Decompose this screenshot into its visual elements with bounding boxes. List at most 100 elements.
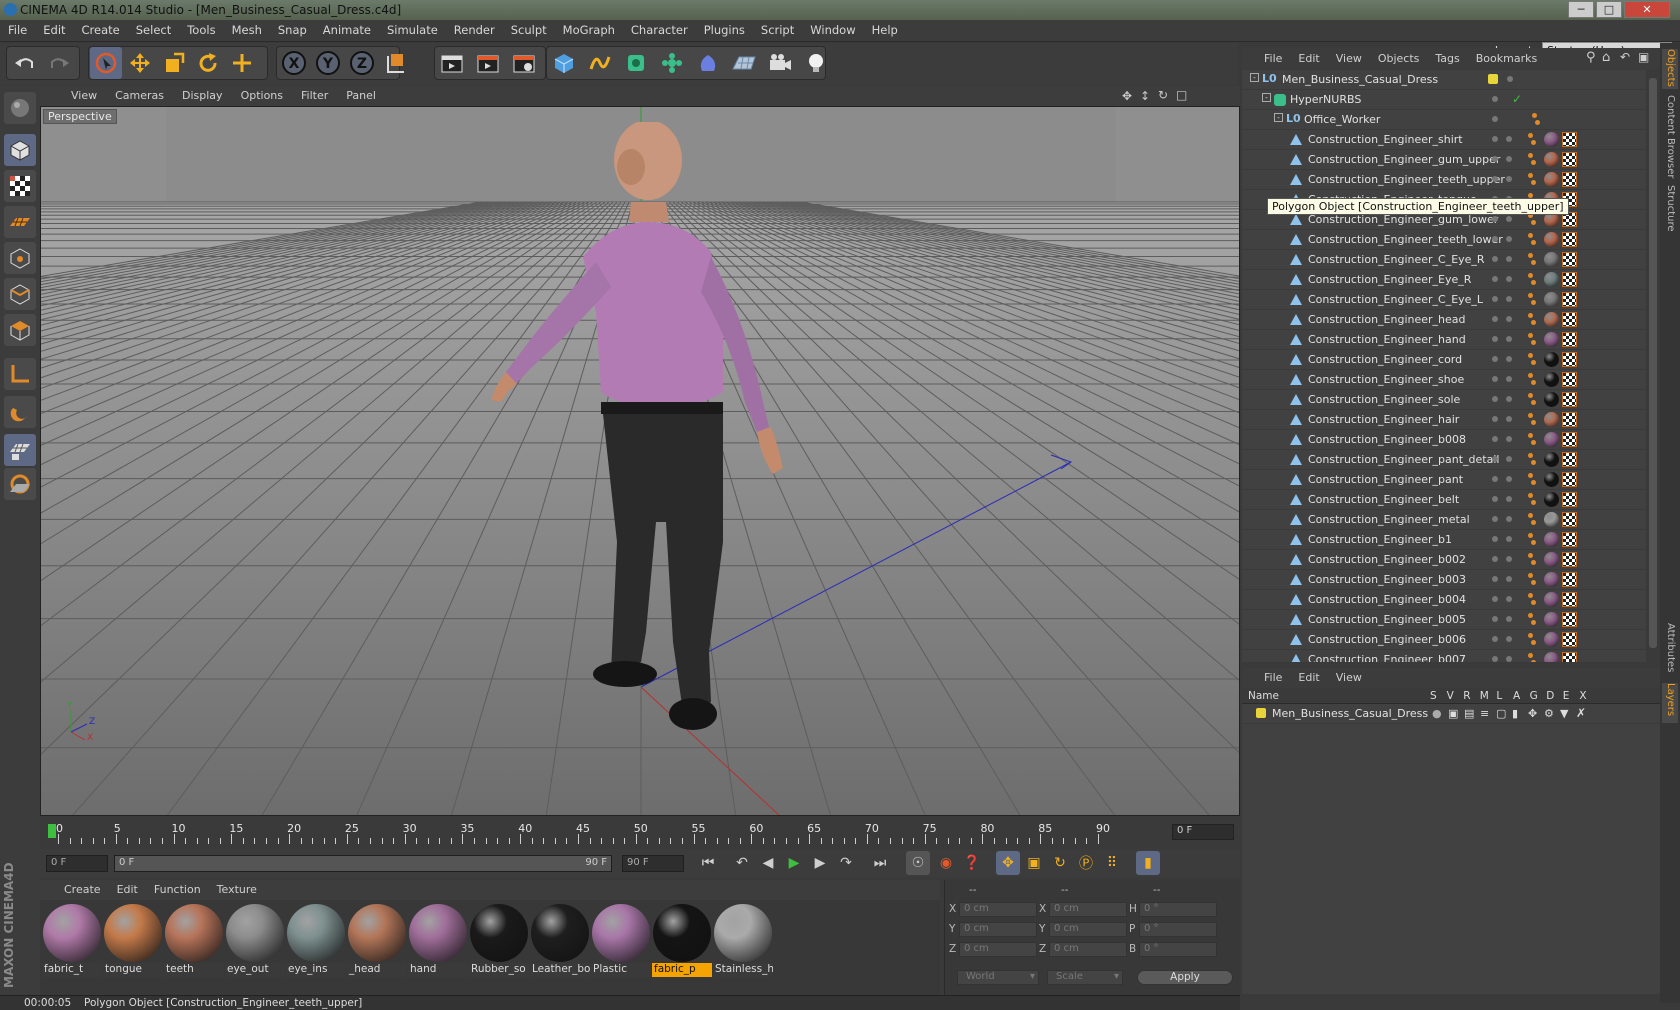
parameter-key-icon[interactable]: Ⓟ xyxy=(1074,851,1098,875)
tree-row-object[interactable]: Construction_Engineer_metal xyxy=(1242,510,1646,530)
material-tag-icon[interactable] xyxy=(1544,432,1559,447)
render-dot-icon[interactable] xyxy=(1506,656,1512,662)
current-frame-field[interactable]: 0 F xyxy=(1172,824,1234,840)
texture-tag-icon[interactable] xyxy=(1562,232,1577,247)
render-dot-icon[interactable] xyxy=(1506,556,1512,562)
material-swatch[interactable]: eye_out xyxy=(225,903,285,978)
render-dot-icon[interactable] xyxy=(1506,516,1512,522)
tree-row-object[interactable]: Construction_Engineer_cord xyxy=(1242,350,1646,370)
texture-tag-icon[interactable] xyxy=(1562,352,1577,367)
previous-frame-icon[interactable]: ◀ xyxy=(756,851,780,875)
rotation-key-icon[interactable]: ↻ xyxy=(1048,851,1072,875)
world-coords-icon[interactable] xyxy=(380,47,412,79)
viewport-menu-options[interactable]: Options xyxy=(232,86,292,102)
tree-row-object[interactable]: Construction_Engineer_sole xyxy=(1242,390,1646,410)
tree-row-object[interactable]: Construction_Engineer_hand xyxy=(1242,330,1646,350)
render-dot-icon[interactable] xyxy=(1506,316,1512,322)
phong-tag-icon[interactable] xyxy=(1528,453,1536,467)
menu-mesh[interactable]: Mesh xyxy=(224,20,270,37)
floor-icon[interactable] xyxy=(728,47,760,79)
next-frame-icon[interactable]: ▶ xyxy=(808,851,832,875)
viewport-menu-view[interactable]: View xyxy=(62,86,106,102)
phong-tag-icon[interactable] xyxy=(1528,373,1536,387)
phong-tag-icon[interactable] xyxy=(1528,133,1536,147)
material-tag-icon[interactable] xyxy=(1544,392,1559,407)
material-menu-function[interactable]: Function xyxy=(146,880,209,899)
visibility-dot-icon[interactable] xyxy=(1492,376,1498,382)
texture-tag-icon[interactable] xyxy=(1562,512,1577,527)
material-tag-icon[interactable] xyxy=(1544,552,1559,567)
timeline-playhead[interactable] xyxy=(48,824,56,838)
phong-tag-icon[interactable] xyxy=(1528,273,1536,287)
render-dot-icon[interactable] xyxy=(1506,296,1512,302)
material-tag-icon[interactable] xyxy=(1544,152,1559,167)
visibility-dot-icon[interactable] xyxy=(1492,456,1498,462)
coord-value-field[interactable]: 0 ° xyxy=(1139,902,1217,917)
record-keys-icon[interactable]: ☉ xyxy=(906,851,930,875)
texture-tag-icon[interactable] xyxy=(1562,272,1577,287)
menu-sculpt[interactable]: Sculpt xyxy=(503,20,555,37)
layer-column-header[interactable]: X xyxy=(1579,690,1586,702)
tab-objects[interactable]: Objects xyxy=(1662,49,1678,89)
render-picture-viewer-icon[interactable] xyxy=(472,47,504,79)
material-tag-icon[interactable] xyxy=(1544,272,1559,287)
material-tag-icon[interactable] xyxy=(1544,312,1559,327)
magnet-icon[interactable] xyxy=(4,396,36,428)
generators-icon[interactable]: ✥ xyxy=(1528,707,1537,720)
visibility-dot-icon[interactable] xyxy=(1492,96,1498,102)
previous-key-icon[interactable]: ↶ xyxy=(730,851,754,875)
tree-row-object[interactable]: Construction_Engineer_gum_upper xyxy=(1242,150,1646,170)
texture-tag-icon[interactable] xyxy=(1562,252,1577,267)
layer-column-header[interactable]: L xyxy=(1496,690,1502,702)
render-view-icon[interactable] xyxy=(436,47,468,79)
coord-value-field[interactable]: 0 ° xyxy=(1139,942,1217,957)
tree-row-object[interactable]: Construction_Engineer_b007 xyxy=(1242,650,1646,662)
minimize-button[interactable]: ─ xyxy=(1568,1,1594,18)
phong-tag-icon[interactable] xyxy=(1528,293,1536,307)
phong-tag-icon[interactable] xyxy=(1528,233,1536,247)
viewport-zoom-icon[interactable]: ↕ xyxy=(1140,89,1150,103)
tree-row-object[interactable]: Construction_Engineer_Eye_R xyxy=(1242,270,1646,290)
edges-icon[interactable] xyxy=(4,278,36,310)
render-dot-icon[interactable] xyxy=(1506,576,1512,582)
texture-icon[interactable] xyxy=(4,170,36,202)
menu-render[interactable]: Render xyxy=(446,20,503,37)
texture-tag-icon[interactable] xyxy=(1562,592,1577,607)
coord-value-field[interactable]: 0 cm xyxy=(959,942,1037,957)
om-menu-view[interactable]: View xyxy=(1328,48,1370,65)
point-level-animation-icon[interactable]: ⠿ xyxy=(1100,851,1124,875)
cube-icon[interactable] xyxy=(548,47,580,79)
menu-create[interactable]: Create xyxy=(74,20,128,37)
phong-tag-icon[interactable] xyxy=(1528,553,1536,567)
layer-column-header[interactable]: G xyxy=(1530,690,1538,702)
model-icon[interactable] xyxy=(4,134,36,166)
search-icon[interactable]: ⚲ xyxy=(1586,50,1596,65)
workplane-icon[interactable] xyxy=(4,206,36,238)
collapse-icon[interactable]: - xyxy=(1250,73,1259,82)
phong-tag-icon[interactable] xyxy=(1528,333,1536,347)
render-dot-icon[interactable] xyxy=(1506,496,1512,502)
render-dot-icon[interactable] xyxy=(1506,256,1512,262)
coord-value-field[interactable]: 0 cm xyxy=(959,902,1037,917)
tree-row-root[interactable]: - L0 Men_Business_Casual_Dress xyxy=(1242,70,1646,90)
camera-icon[interactable] xyxy=(764,47,796,79)
phong-tag-icon[interactable] xyxy=(1528,473,1536,487)
redo-icon[interactable] xyxy=(44,47,76,79)
snap-icon[interactable] xyxy=(4,434,36,466)
material-tag-icon[interactable] xyxy=(1544,592,1559,607)
menu-character[interactable]: Character xyxy=(623,20,696,37)
viewport-rotate-icon[interactable]: ↻ xyxy=(1158,88,1168,102)
viewport-pan-icon[interactable]: ✥ xyxy=(1122,89,1132,103)
tree-row-object[interactable]: Construction_Engineer_belt xyxy=(1242,490,1646,510)
next-key-icon[interactable]: ↷ xyxy=(834,851,858,875)
phong-tag-icon[interactable] xyxy=(1528,513,1536,527)
material-swatch[interactable]: Stainless_h xyxy=(713,903,773,978)
y-axis-icon[interactable]: Y xyxy=(312,47,344,79)
viewport-menu-panel[interactable]: Panel xyxy=(337,86,385,102)
texture-tag-icon[interactable] xyxy=(1562,492,1577,507)
texture-tag-icon[interactable] xyxy=(1562,632,1577,647)
apply-button[interactable]: Apply xyxy=(1137,970,1233,985)
material-tag-icon[interactable] xyxy=(1544,652,1559,662)
tree-row-object[interactable]: Construction_Engineer_teeth_lower xyxy=(1242,230,1646,250)
coord-value-field[interactable]: 0 cm xyxy=(1049,922,1127,937)
